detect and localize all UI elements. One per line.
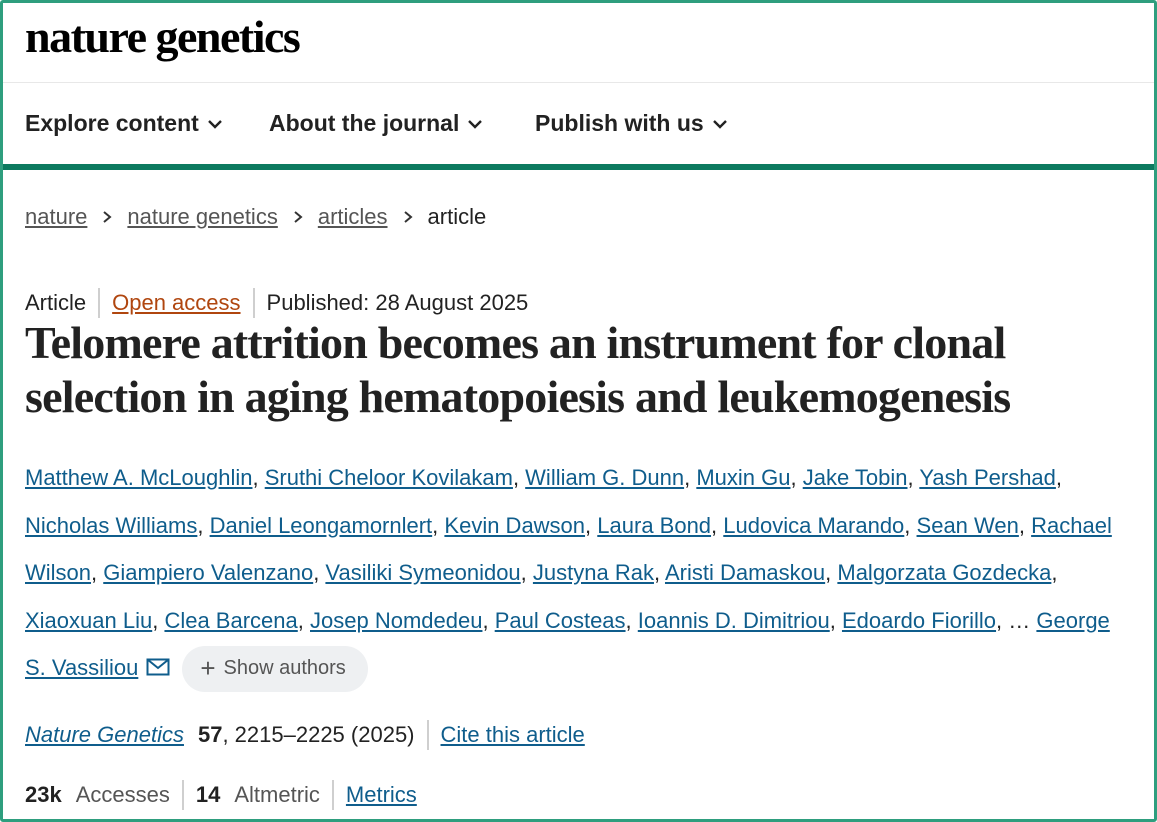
chevron-down-icon bbox=[468, 119, 483, 129]
accesses-label: Accesses bbox=[75, 782, 170, 807]
author-link[interactable]: Muxin Gu bbox=[696, 465, 790, 490]
divider bbox=[426, 720, 429, 750]
altmetric-count: 14 bbox=[195, 782, 221, 807]
author-link[interactable]: Paul Costeas bbox=[495, 608, 626, 633]
citation-row: Nature Genetics 57 , 2215–2225 (2025) Ci… bbox=[25, 720, 585, 750]
author-link[interactable]: Clea Barcena bbox=[164, 608, 297, 633]
author-link[interactable]: Justyna Rak bbox=[533, 560, 654, 585]
open-access-link[interactable]: Open access bbox=[112, 290, 240, 316]
author-link[interactable]: Daniel Leongamornlert bbox=[210, 513, 433, 538]
author-links: Matthew A. McLoughlin, Sruthi Cheloor Ko… bbox=[25, 465, 1112, 633]
author-link[interactable]: William G. Dunn bbox=[525, 465, 684, 490]
author-link[interactable]: Yash Pershad bbox=[919, 465, 1056, 490]
breadcrumb: nature nature genetics articles article bbox=[25, 204, 486, 230]
plus-icon: + bbox=[200, 653, 216, 684]
breadcrumb-articles[interactable]: articles bbox=[318, 204, 388, 230]
journal-logo[interactable]: nature genetics bbox=[25, 10, 301, 63]
author-link[interactable]: Vasiliki Symeonidou bbox=[325, 560, 520, 585]
article-meta: Article Open access Published: 28 August… bbox=[25, 288, 528, 318]
chevron-right-icon bbox=[388, 204, 428, 230]
logo-bar: nature genetics bbox=[0, 0, 1157, 83]
chevron-down-icon bbox=[207, 119, 222, 129]
author-list: Matthew A. McLoughlin, Sruthi Cheloor Ko… bbox=[25, 454, 1135, 693]
article-type: Article bbox=[25, 290, 87, 315]
show-authors-label: Show authors bbox=[223, 657, 346, 680]
author-link[interactable]: Giampiero Valenzano bbox=[103, 560, 313, 585]
author-link[interactable]: Nicholas Williams bbox=[25, 513, 197, 538]
chevron-right-icon bbox=[278, 204, 318, 230]
nav-publish-with-us[interactable]: Publish with us bbox=[535, 110, 728, 137]
nav-about-journal[interactable]: About the journal bbox=[269, 110, 483, 137]
chevron-down-icon bbox=[712, 119, 727, 129]
author-link[interactable]: Sean Wen bbox=[917, 513, 1019, 538]
author-link[interactable]: Ioannis D. Dimitriou bbox=[638, 608, 830, 633]
accesses-count: 23k bbox=[25, 782, 62, 807]
metrics-row: 23k Accesses 14 Altmetric Metrics bbox=[25, 780, 417, 810]
breadcrumb-nature-genetics[interactable]: nature genetics bbox=[127, 204, 277, 230]
nav-explore-content[interactable]: Explore content bbox=[25, 110, 223, 137]
nav-label: Explore content bbox=[25, 110, 199, 136]
author-link[interactable]: Malgorzata Gozdecka bbox=[837, 560, 1051, 585]
author-link[interactable]: Laura Bond bbox=[597, 513, 711, 538]
breadcrumb-nature[interactable]: nature bbox=[25, 204, 87, 230]
author-link[interactable]: Matthew A. McLoughlin bbox=[25, 465, 252, 490]
main-nav: Explore content About the journal Publis… bbox=[0, 82, 1157, 170]
pages: , 2215–2225 (2025) bbox=[222, 722, 415, 747]
published-date: Published: 28 August 2025 bbox=[266, 290, 529, 315]
altmetric-label: Altmetric bbox=[234, 782, 320, 807]
mail-icon[interactable] bbox=[146, 658, 170, 678]
author-link[interactable]: Kevin Dawson bbox=[444, 513, 585, 538]
author-link[interactable]: Xiaoxuan Liu bbox=[25, 608, 152, 633]
nav-label: About the journal bbox=[269, 110, 460, 136]
author-link[interactable]: Edoardo Fiorillo bbox=[842, 608, 996, 633]
author-link[interactable]: Sruthi Cheloor Kovilakam bbox=[265, 465, 513, 490]
author-link[interactable]: Jake Tobin bbox=[803, 465, 908, 490]
cite-article-link[interactable]: Cite this article bbox=[441, 722, 585, 748]
author-ellipsis: … bbox=[1008, 607, 1031, 633]
show-authors-button[interactable]: + Show authors bbox=[182, 646, 368, 693]
author-link[interactable]: Ludovica Marando bbox=[723, 513, 904, 538]
divider bbox=[181, 780, 184, 810]
divider bbox=[252, 288, 255, 318]
author-link[interactable]: Aristi Damaskou bbox=[665, 560, 825, 585]
volume: 57 bbox=[197, 722, 223, 747]
author-link[interactable]: Josep Nomdedeu bbox=[310, 608, 482, 633]
nav-label: Publish with us bbox=[535, 110, 704, 136]
article-title: Telomere attrition becomes an instrument… bbox=[25, 317, 1011, 422]
divider bbox=[331, 780, 334, 810]
breadcrumb-current: article bbox=[427, 204, 487, 229]
divider bbox=[98, 288, 101, 318]
journal-link[interactable]: Nature Genetics bbox=[25, 722, 184, 748]
metrics-link[interactable]: Metrics bbox=[346, 782, 417, 808]
chevron-right-icon bbox=[87, 204, 127, 230]
